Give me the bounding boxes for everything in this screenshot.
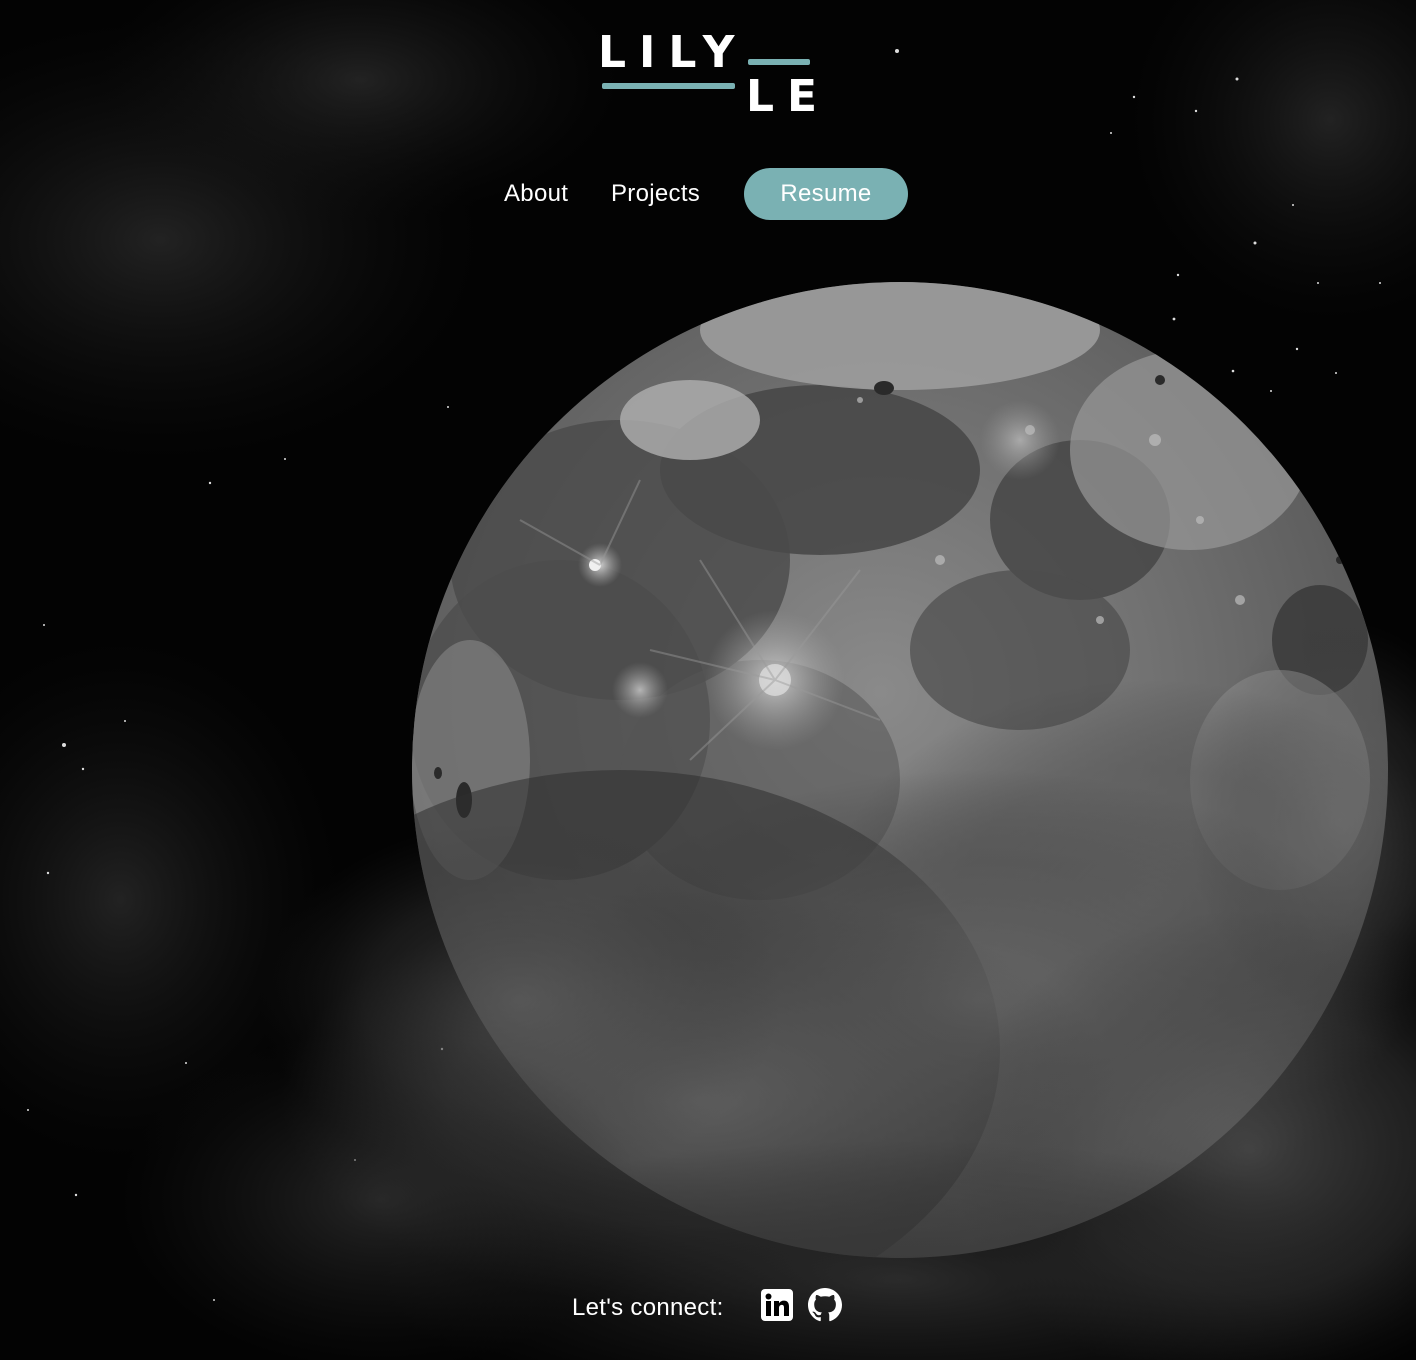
connect-label: Let's connect: [572,1294,724,1321]
logo-accent-bar-left [602,83,735,89]
logo-accent-bar-right [748,59,810,65]
brand-logo[interactable]: LILY LE [596,27,817,122]
nav-item-projects[interactable]: Projects [611,180,700,208]
github-link[interactable] [808,1288,842,1322]
resume-button[interactable]: Resume [744,168,908,220]
main-nav: About Projects Resume [0,168,1416,220]
social-connect: Let's connect: [572,1284,872,1328]
nav-item-about[interactable]: About [504,180,568,208]
logo-last-name: LE [746,71,831,122]
linkedin-link[interactable] [760,1288,794,1322]
logo-first-name: LILY [598,27,748,78]
github-icon [808,1288,842,1322]
linkedin-icon [761,1289,793,1321]
